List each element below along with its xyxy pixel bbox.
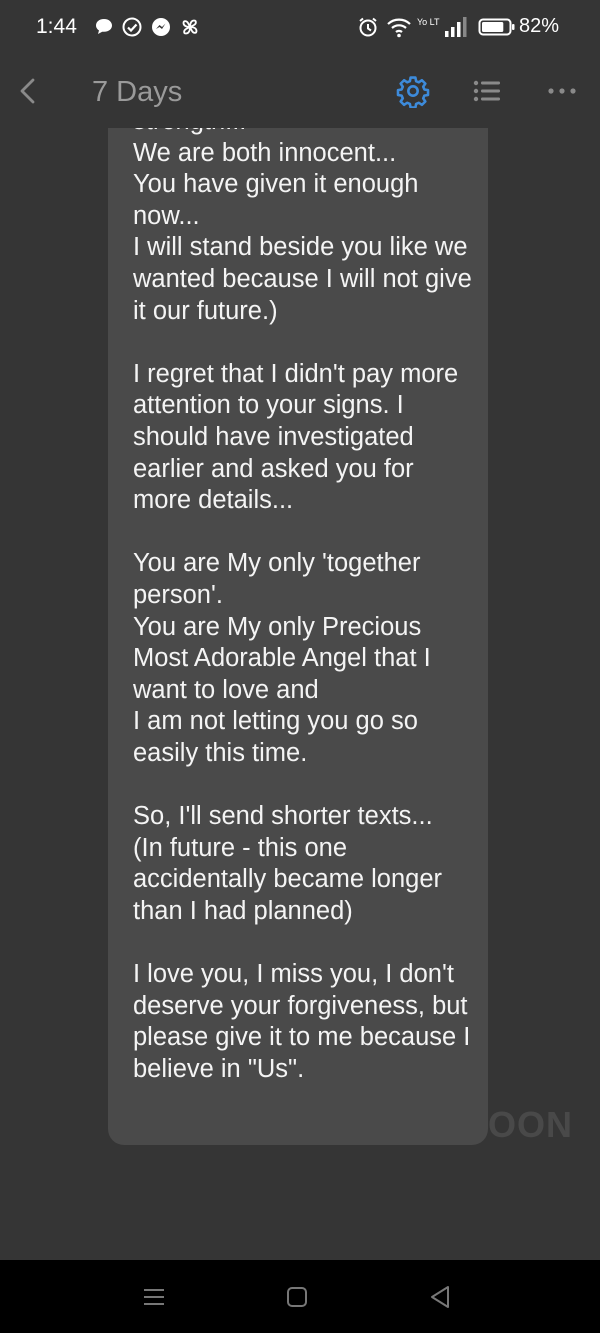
home-icon[interactable] [282,1282,312,1312]
chat-bubble-icon [96,19,112,34]
battery-percent: 82% [519,15,560,37]
check-circle-icon [122,17,142,37]
wifi-icon [387,18,411,38]
back-arrow-icon[interactable] [14,74,44,108]
watermark-logo: OON [488,1104,574,1145]
page-title: 7 Days [92,76,183,108]
back-triangle-icon[interactable] [425,1282,455,1312]
list-icon[interactable] [470,74,504,108]
pinwheel-icon [182,19,198,35]
system-nav-bar [0,1260,600,1333]
alarm-icon [359,17,377,37]
message-text: strength... We are both innocent... You … [133,128,472,1083]
signal-icon [445,17,467,37]
battery-icon [478,18,515,36]
network-label: Yo LTE [417,17,440,27]
status-time: 1:44 [36,15,77,38]
app-bar: 7 Days [0,54,600,128]
message-bubble[interactable]: strength... We are both innocent... You … [108,128,488,1145]
status-bar: 1:44 Yo LTE [0,0,600,54]
network-label-text: Yo LTE [417,17,440,27]
recent-apps-icon[interactable] [139,1282,169,1312]
more-options-icon[interactable] [544,74,580,108]
messenger-icon [152,18,170,36]
settings-gear-icon[interactable] [396,74,430,108]
